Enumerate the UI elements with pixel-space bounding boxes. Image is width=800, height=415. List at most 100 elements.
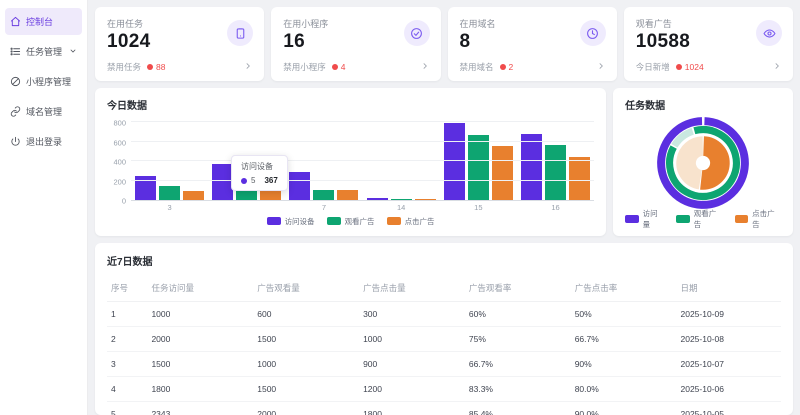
column-header: 日期: [676, 275, 781, 302]
table-cell: 2025-10-09: [676, 301, 781, 327]
alert-dot-icon: [499, 64, 506, 70]
miniapp-icon: [10, 76, 21, 87]
table-cell: 900: [359, 351, 465, 377]
stat-sub-label: 禁用域名: [459, 62, 494, 72]
bar-观看广告: [390, 198, 412, 200]
y-axis: 0 200 400 600 800: [107, 119, 131, 206]
table-cell: 600: [253, 301, 360, 327]
table-cell: 1200: [359, 376, 465, 402]
sidebar-item-tasks[interactable]: 任务管理: [5, 38, 82, 65]
stat-sub-value: 2: [508, 62, 514, 72]
table-cell: 85.4%: [464, 401, 571, 415]
stat-sub-value: 4: [340, 62, 346, 72]
legend-swatch: [676, 214, 690, 223]
table-cell: 66.7%: [464, 351, 571, 377]
stat-footer: 今日新增 1024: [636, 61, 781, 73]
legend-item[interactable]: 访问设备: [266, 216, 315, 227]
sidebar-item-domain[interactable]: 域名管理: [5, 98, 82, 125]
column-header: 序号: [107, 275, 148, 302]
sidebar-item-miniapp[interactable]: 小程序管理: [5, 68, 82, 95]
chart-title: 今日数据: [107, 101, 147, 112]
sidebar-item-label: 退出登录: [26, 137, 63, 147]
sidebar-item-logout[interactable]: 退出登录: [5, 128, 82, 155]
tooltip-value: 367: [264, 176, 278, 185]
table-cell: 2025-10-07: [676, 351, 781, 377]
table-cell: 5: [107, 401, 148, 415]
chevron-right-icon[interactable]: [421, 62, 429, 72]
y-tick-label: 400: [113, 157, 126, 167]
weekly-data-table: 序号 任务访问量 广告观看量 广告点击量 广告观看率 广告点击率 日期 1 1000 600 30…: [107, 275, 781, 415]
legend-swatch: [326, 217, 341, 225]
stat-card-ad-views: 观看广告 10588 今日新增 1024: [623, 7, 793, 81]
table-cell: 1500: [253, 376, 360, 402]
home-icon: [10, 16, 21, 27]
weekly-data-table-card: 近7日数据 序号 任务访问量 广告观看量 广告点击量 广告观看率 广告点击率 日期 1 100…: [95, 243, 793, 415]
table-title: 近7日数据: [107, 257, 153, 268]
main-content: 在用任务 1024 禁用任务 88 在用小程序 16 禁用小程序 4 在用域名 …: [88, 0, 800, 415]
sidebar-item-console[interactable]: 控制台: [5, 8, 82, 35]
stat-footer: 禁用任务 88: [107, 61, 252, 73]
table-cell: 2343: [147, 401, 254, 415]
bar-访问设备: [443, 122, 465, 200]
table-cell: 1800: [359, 401, 465, 415]
table-row: 4 1800 1500 1200 83.3% 80.0% 2025-10-06: [107, 376, 781, 402]
table-cell: 90%: [570, 351, 677, 377]
table-row: 5 2343 2000 1800 85.4% 90.0% 2025-10-05: [107, 401, 781, 415]
gridline: [131, 179, 595, 181]
table-row: 2 2000 1500 1000 75% 66.7% 2025-10-08: [107, 326, 781, 352]
table-cell: 1800: [147, 376, 254, 402]
chart-tooltip: 访问设备 5 367: [231, 155, 288, 191]
x-tick-label: 3: [167, 203, 172, 212]
stat-card-active-domains: 在用域名 8 禁用域名 2: [447, 7, 617, 81]
table-body: 1 1000 600 300 60% 50% 2025-10-09 2 2000 1500 1000…: [107, 301, 781, 415]
x-tick-label: 7: [321, 203, 327, 212]
gridline: [131, 121, 595, 122]
table-cell: 2: [107, 326, 148, 352]
gridline: [131, 160, 595, 161]
legend-item[interactable]: 观看广告: [326, 216, 375, 227]
legend-label: 观看广告: [344, 216, 375, 226]
alert-dot-icon: [331, 64, 338, 70]
clock-icon: [579, 20, 606, 46]
x-tick-label: 15: [474, 203, 483, 212]
column-header: 任务访问量: [147, 275, 254, 302]
stat-card-active-miniapps: 在用小程序 16 禁用小程序 4: [271, 7, 441, 81]
chevron-right-icon[interactable]: [597, 62, 605, 72]
table-cell: 50%: [570, 301, 677, 327]
bar-观看广告: [313, 189, 335, 200]
tooltip-series-dot: [241, 177, 247, 184]
legend-item[interactable]: 点击广告: [734, 208, 781, 230]
bar-观看广告: [159, 185, 181, 200]
legend-item[interactable]: 点击广告: [386, 216, 435, 227]
stat-card-active-tasks: 在用任务 1024 禁用任务 88: [95, 7, 265, 81]
bar-点击广告: [414, 199, 436, 200]
bar-点击广告: [183, 191, 205, 200]
stat-sub-label: 今日新增: [635, 62, 670, 72]
table-cell: 1500: [253, 326, 360, 352]
table-cell: 90.0%: [570, 401, 677, 415]
sidebar-item-label: 控制台: [26, 17, 54, 27]
alert-dot-icon: [675, 64, 682, 70]
sidebar-item-label: 任务管理: [26, 47, 63, 57]
bar-访问设备: [366, 197, 388, 200]
bar-观看广告: [467, 135, 489, 200]
table-cell: 2000: [253, 401, 360, 415]
table-cell: 60%: [464, 301, 571, 327]
chevron-right-icon[interactable]: [244, 62, 252, 72]
eye-icon: [756, 20, 782, 46]
link-icon: [10, 106, 21, 117]
column-header: 广告点击量: [359, 275, 465, 302]
y-tick-label: 200: [113, 177, 126, 186]
legend-item[interactable]: 观看广告: [676, 208, 722, 230]
stat-cards-row: 在用任务 1024 禁用任务 88 在用小程序 16 禁用小程序 4 在用域名 …: [95, 7, 793, 81]
column-header: 广告点击率: [570, 275, 677, 302]
legend-swatch: [386, 217, 401, 225]
alert-dot-icon: [147, 64, 154, 70]
column-header: 广告观看率: [464, 275, 571, 302]
legend-item[interactable]: 访问量: [625, 208, 664, 230]
stat-sub-label: 禁用小程序: [283, 62, 326, 72]
chevron-right-icon[interactable]: [773, 62, 781, 72]
legend-label: 访问设备: [284, 216, 315, 226]
table-cell: 2025-10-05: [676, 401, 781, 415]
bar-点击广告: [491, 145, 513, 200]
